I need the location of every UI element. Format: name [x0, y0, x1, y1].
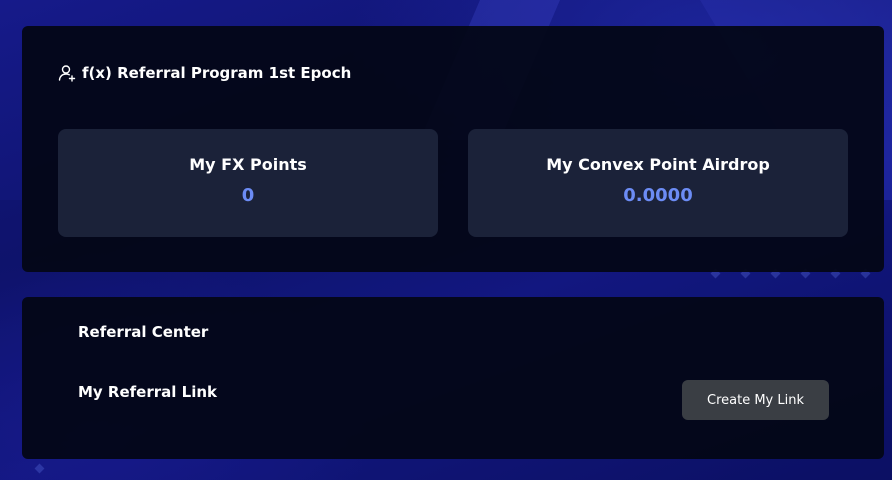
convex-airdrop-label: My Convex Point Airdrop — [546, 155, 770, 174]
convex-airdrop-value: 0.0000 — [623, 185, 693, 206]
referral-program-title: f(x) Referral Program 1st Epoch — [82, 64, 352, 82]
referral-center-card: Referral Center My Referral Link Create … — [22, 297, 884, 459]
referral-center-title: Referral Center — [78, 323, 209, 341]
convex-airdrop-box: My Convex Point Airdrop 0.0000 — [468, 129, 848, 237]
user-plus-icon — [58, 64, 76, 82]
background-dot — [34, 463, 45, 474]
referral-program-header: f(x) Referral Program 1st Epoch — [58, 62, 351, 84]
referral-program-card: f(x) Referral Program 1st Epoch My FX Po… — [22, 26, 884, 272]
referral-link-label: My Referral Link — [78, 383, 217, 401]
create-link-button[interactable]: Create My Link — [682, 380, 829, 420]
fx-points-label: My FX Points — [189, 155, 307, 174]
fx-points-value: 0 — [241, 185, 255, 206]
fx-points-box: My FX Points 0 — [58, 129, 438, 237]
